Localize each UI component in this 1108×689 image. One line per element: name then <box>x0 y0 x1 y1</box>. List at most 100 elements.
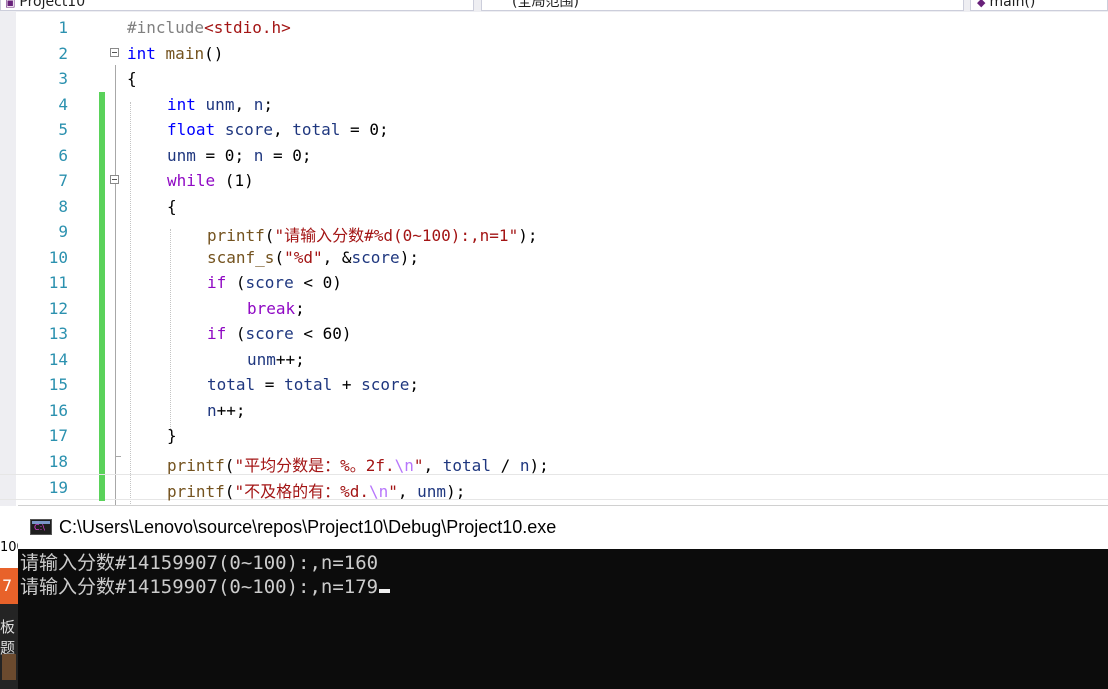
code-line[interactable]: 12 break; <box>0 295 1108 322</box>
code-editor[interactable]: 1 #include<stdio.h> 2 int main() 3{4 int unm,… <box>0 12 1108 506</box>
scope-dropdown[interactable]: (全局范围) <box>481 0 964 11</box>
code-token: ( <box>224 482 235 501</box>
code-line[interactable]: 11 if (score < 0) <box>0 270 1108 296</box>
code-token: float <box>167 120 216 139</box>
code-token: score <box>351 247 400 267</box>
code-token: int <box>127 43 156 63</box>
console-output-line-2: 请输入分数#14159907(0~100):,n=179 <box>20 575 391 599</box>
code-token: (1) <box>215 171 254 190</box>
code-line[interactable]: 4 int unm, n; <box>0 91 1108 118</box>
line-number: 16 <box>48 400 68 420</box>
console-output-line-1: 请输入分数#14159907(0~100):,n=160 <box>20 552 379 574</box>
code-line[interactable]: 6 unm = 0; n = 0; <box>0 142 1108 169</box>
change-indicator <box>99 142 105 169</box>
code-token: "不及格的有：%d. <box>234 482 369 501</box>
line-number: 5 <box>58 120 68 139</box>
line-number: 9 <box>58 222 68 241</box>
text-cursor <box>379 589 391 593</box>
code-token: , <box>397 482 418 501</box>
code-token: ++; <box>275 349 305 369</box>
code-line[interactable]: 1 #include<stdio.h> <box>0 15 1108 41</box>
code-line[interactable]: 3{ <box>0 66 1108 92</box>
console-window[interactable]: C:\ C:\Users\Lenovo\source\repos\Project… <box>18 505 1108 689</box>
code-text: int main() <box>127 44 223 63</box>
code-text: scanf_s("%d", &score); <box>207 248 419 267</box>
background-thumbnail: 板题 <box>0 604 18 689</box>
code-line[interactable]: 9 printf("请输入分数#%d(0~100):,n=1"); <box>0 219 1108 245</box>
background-window-fragment: 100 <box>0 536 18 556</box>
code-token: , <box>234 94 254 114</box>
code-token: "平均分数是：%。2f. <box>234 455 395 475</box>
change-indicator <box>99 168 105 194</box>
console-title-bar[interactable]: C:\ C:\Users\Lenovo\source\repos\Project… <box>18 505 1108 549</box>
code-token: / <box>490 455 520 475</box>
code-token: n <box>253 94 264 114</box>
navigation-bar: ▣ Project10 (全局范围) ◆ main() <box>0 0 1108 12</box>
code-line[interactable]: 17} <box>0 423 1108 449</box>
code-text: if (score < 60) <box>207 324 352 343</box>
project-icon: ▣ <box>5 0 16 9</box>
code-token: unm <box>167 145 196 165</box>
code-text: #include<stdio.h> <box>127 18 291 37</box>
code-token: ); <box>399 247 419 267</box>
line-number: 19 <box>48 478 68 497</box>
code-line[interactable]: 5 float score, total = 0; <box>0 117 1108 143</box>
code-line[interactable]: 8{ <box>0 193 1108 220</box>
line-number: 1 <box>58 18 68 37</box>
code-token: #include <box>127 18 205 37</box>
code-line[interactable]: 2 int main() <box>0 41 1108 67</box>
line-number: 7 <box>58 171 68 190</box>
code-text: int unm, n; <box>167 95 273 114</box>
code-text: float score, total = 0; <box>167 120 389 139</box>
change-indicator <box>99 193 105 220</box>
project-dropdown[interactable]: ▣ Project10 <box>0 0 474 11</box>
code-token: main <box>165 43 205 63</box>
change-indicator <box>99 372 105 398</box>
code-token: printf <box>167 482 225 501</box>
fold-toggle-icon[interactable] <box>110 175 119 184</box>
code-text: { <box>127 69 137 88</box>
code-token: unm <box>247 349 276 369</box>
change-indicator <box>99 423 105 449</box>
code-line[interactable]: 7 while (1) <box>0 168 1108 194</box>
code-token: = 0; <box>195 145 254 165</box>
code-token: total <box>442 455 491 475</box>
line-number: 11 <box>48 273 68 292</box>
member-dropdown[interactable]: ◆ main() <box>970 0 1108 11</box>
code-line[interactable]: 13 if (score < 60) <box>0 321 1108 347</box>
code-line[interactable]: 19 printf("不及格的有：%d.\n", unm); <box>0 474 1108 501</box>
code-token: printf <box>207 226 265 245</box>
background-thumbnail-image <box>2 654 16 680</box>
change-indicator <box>99 448 105 475</box>
code-text: printf("平均分数是：%。2f.\n", total / n); <box>167 452 549 476</box>
change-indicator <box>99 321 105 347</box>
code-token: + <box>332 375 362 394</box>
code-token: unm <box>417 482 447 501</box>
console-output-area[interactable]: 请输入分数#14159907(0~100):,n=160 请输入分数#14159… <box>18 549 1108 689</box>
line-number: 15 <box>48 375 68 394</box>
fold-toggle-icon[interactable] <box>110 47 119 57</box>
code-text: total = total + score; <box>207 375 419 394</box>
code-line[interactable]: 15 total = total + score; <box>0 372 1108 398</box>
line-number: 3 <box>58 69 68 88</box>
change-indicator <box>99 475 105 501</box>
console-title: C:\Users\Lenovo\source\repos\Project10\D… <box>59 517 557 537</box>
code-line[interactable]: 14 unm++; <box>0 346 1108 373</box>
code-token: int <box>167 94 196 114</box>
code-token: while <box>167 171 216 190</box>
console-output-line-2-text: 请输入分数#14159907(0~100):,n=179 <box>20 576 379 598</box>
code-token: , <box>272 120 293 139</box>
code-token: "请输入分数#%d(0~100):,n=1" <box>274 226 519 245</box>
code-token: printf <box>167 455 225 475</box>
line-number: 18 <box>48 451 68 471</box>
code-token: total <box>207 375 256 394</box>
change-indicator <box>99 270 105 296</box>
code-line[interactable]: 16 n++; <box>0 397 1108 424</box>
line-number: 17 <box>48 426 68 445</box>
line-number: 13 <box>48 324 68 343</box>
code-line[interactable]: 10 scanf_s("%d", &score); <box>0 244 1108 271</box>
code-token: = <box>255 375 285 394</box>
code-line[interactable]: 18 printf("平均分数是：%。2f.\n", total / n); <box>0 448 1108 476</box>
